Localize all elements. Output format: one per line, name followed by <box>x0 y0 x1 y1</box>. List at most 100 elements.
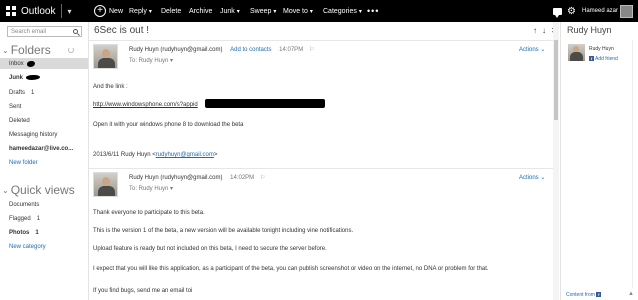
ellipsis-icon: ••• <box>367 6 380 16</box>
arrow-up-icon[interactable]: ▲ <box>628 291 634 297</box>
new-label: New <box>109 7 124 15</box>
signature-suffix: > <box>213 152 218 158</box>
top-bar: Outlook ▾ + New Reply ▾ Delete Archive J… <box>0 0 638 22</box>
sidebar-item-account[interactable]: hameedazar@live.co... <box>0 143 88 154</box>
search-placeholder: Search email <box>11 28 47 35</box>
archive-button[interactable]: Archive <box>189 0 212 22</box>
arrow-up-icon[interactable]: ↑ <box>533 26 537 35</box>
contact-avatar[interactable] <box>568 44 585 61</box>
chevron-down-icon[interactable]: ▾ <box>170 186 173 192</box>
subject-divider <box>89 40 553 41</box>
sweep-button[interactable]: Sweep ▾ <box>250 0 276 22</box>
message-time: 14:07PM <box>279 47 304 53</box>
signature-email-link[interactable]: rudyhuyn@gmail.com <box>156 152 214 158</box>
sender-name[interactable]: Rudy Huyn (rudyhuyn@gmail.com) <box>129 175 222 181</box>
new-category-label: New category <box>9 243 46 250</box>
actions-label: Actions <box>519 175 539 181</box>
chevron-down-icon: ▾ <box>236 8 240 15</box>
add-to-contacts-link[interactable]: Add to contacts <box>230 47 271 53</box>
sidebar-item-label: Junk <box>9 74 24 81</box>
junk-label: Junk <box>220 7 235 15</box>
move-to-label: Move to <box>283 7 308 15</box>
redaction-mark <box>205 99 325 108</box>
redaction-mark <box>26 60 35 67</box>
refresh-icon[interactable] <box>68 47 74 53</box>
sidebar-item-inbox[interactable]: Inbox <box>0 58 88 69</box>
store-link[interactable]: http://www.windowsphone.com/s?appid <box>93 102 198 108</box>
actions-label: Actions <box>519 47 539 53</box>
messaging-button[interactable] <box>553 0 562 22</box>
chevron-down-icon: ▾ <box>273 8 277 15</box>
sidebar-item-label: Inbox <box>9 60 24 67</box>
sidebar-item-drafts[interactable]: Drafts 1 <box>0 87 88 98</box>
user-name: Hameed azar <box>582 8 619 14</box>
message-header: Rudy Huyn (rudyhuyn@gmail.com) 14:02PM ⚐ <box>129 174 265 181</box>
message-time: 14:02PM <box>230 175 255 181</box>
app-launcher[interactable]: Outlook ▾ <box>0 0 82 22</box>
flag-icon[interactable]: ⚐ <box>260 175 265 181</box>
photos-count: 1 <box>35 229 39 236</box>
user-menu[interactable]: Hameed azar <box>582 0 618 22</box>
sidebar-item-flagged[interactable]: Flagged 1 <box>0 213 88 224</box>
categories-button[interactable]: Categories ▾ <box>323 0 362 22</box>
folders-heading-label: Folders <box>10 43 51 57</box>
add-friend-link[interactable]: f Add friend <box>589 56 618 62</box>
contact-scrollbar[interactable] <box>632 40 633 288</box>
message-subject: 6Sec is out ! <box>94 25 150 36</box>
actions-menu[interactable]: Actions ⌄ <box>519 46 545 53</box>
reply-label: Reply <box>129 7 147 15</box>
flag-icon[interactable]: ⚐ <box>309 47 314 53</box>
more-actions-button[interactable]: ••• <box>367 0 379 22</box>
sidebar-item-photos[interactable]: Photos 1 <box>0 227 88 238</box>
contact-pane-divider <box>560 22 561 300</box>
sidebar-item-messaging-history[interactable]: Messaging history <box>0 129 88 140</box>
app-title: Outlook <box>21 5 56 17</box>
junk-button[interactable]: Junk ▾ <box>220 0 240 22</box>
recipient: To: Rudy Huyn <box>129 58 169 64</box>
sidebar-item-label: Sent <box>9 103 22 110</box>
folders-heading[interactable]: ⌄ Folders <box>2 43 51 57</box>
chevron-down-icon: ⌄ <box>540 47 546 53</box>
new-folder-link[interactable]: New folder <box>0 157 88 168</box>
sidebar-item-deleted[interactable]: Deleted <box>0 115 88 126</box>
reply-button[interactable]: Reply ▾ <box>129 0 152 22</box>
new-category-link[interactable]: New category <box>0 241 88 252</box>
actions-menu[interactable]: Actions ⌄ <box>519 174 545 181</box>
sidebar-item-label: Flagged <box>9 215 31 222</box>
categories-label: Categories <box>323 7 357 15</box>
arrow-down-icon[interactable]: ↓ <box>542 26 546 35</box>
sender-avatar[interactable] <box>93 172 118 197</box>
search-input[interactable]: Search email <box>7 26 82 37</box>
recipient: To: Rudy Huyn <box>129 186 169 192</box>
plus-icon: + <box>94 5 106 17</box>
user-avatar[interactable] <box>620 0 633 22</box>
new-button[interactable]: + New <box>94 0 123 22</box>
chevron-down-icon[interactable]: ▾ <box>170 58 173 64</box>
signature-line: 2013/6/11 Rudy Huyn <rudyhuyn@gmail.com> <box>93 152 217 158</box>
contact-line: Rudy Huyn <box>589 46 614 52</box>
quick-views-heading[interactable]: ⌄ Quick views <box>2 183 75 197</box>
delete-button[interactable]: Delete <box>161 0 181 22</box>
facebook-icon: f <box>589 56 594 62</box>
settings-button[interactable]: ⚙ <box>567 0 576 22</box>
gear-icon: ⚙ <box>567 5 576 17</box>
sidebar-item-documents[interactable]: Documents <box>0 199 88 210</box>
signature-prefix: 2013/6/11 Rudy Huyn < <box>93 152 156 158</box>
sender-avatar[interactable] <box>93 44 118 69</box>
content-from-label: Content from <box>566 292 595 298</box>
body-line: And the link : <box>93 84 128 90</box>
message-header: Rudy Huyn (rudyhuyn@gmail.com) Add to co… <box>129 46 314 53</box>
add-friend-label: Add friend <box>595 56 618 62</box>
sender-name[interactable]: Rudy Huyn (rudyhuyn@gmail.com) <box>129 47 222 53</box>
drafts-count: 1 <box>31 89 35 96</box>
sidebar-item-junk[interactable]: Junk <box>0 72 88 83</box>
scrollbar-thumb[interactable] <box>554 40 558 120</box>
sidebar-item-sent[interactable]: Sent <box>0 101 88 112</box>
avatar <box>620 4 633 18</box>
delete-label: Delete <box>161 7 182 15</box>
message-divider <box>89 168 553 169</box>
chevron-down-icon: ▾ <box>67 6 72 16</box>
chat-icon <box>553 7 562 18</box>
sidebar-divider <box>88 22 89 300</box>
move-to-button[interactable]: Move to ▾ <box>283 0 313 22</box>
